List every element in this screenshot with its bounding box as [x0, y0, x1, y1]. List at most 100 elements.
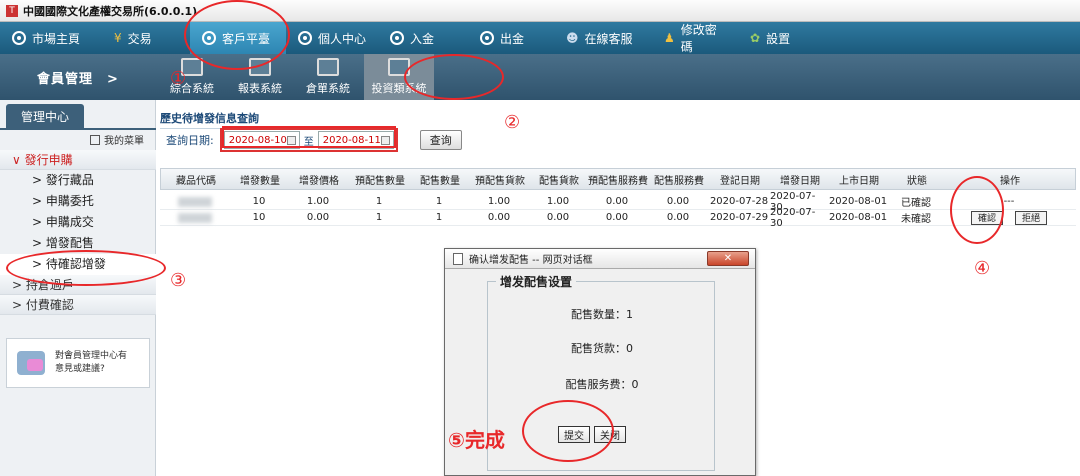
col-header: 登記日期: [720, 175, 760, 187]
col-header: 配售貨款: [539, 175, 579, 187]
menu-icon: [90, 134, 100, 145]
annotation-number: ②: [504, 112, 521, 133]
table-cell: 2020-07-30: [770, 206, 816, 229]
user-icon: ♟: [664, 31, 675, 45]
table-cell: 2020-07-28: [709, 196, 769, 207]
management-center-tab[interactable]: 管理中心: [6, 104, 84, 128]
table-cell: [160, 194, 230, 209]
blurred-code: [178, 196, 212, 207]
nav-withdraw[interactable]: 出金: [468, 22, 554, 54]
stamp-icon: [317, 58, 339, 76]
document-icon: [453, 252, 463, 265]
table-cell: 2020-08-01: [828, 196, 888, 207]
table-header: 藏品代碼 增發數量 增發價格 預配售數量 配售數量 預配售貨款 配售貨款 預配售…: [160, 168, 1076, 190]
table-cell: 10: [252, 196, 266, 207]
table-cell: 1: [435, 212, 443, 223]
nav-deposit[interactable]: 入金: [378, 22, 468, 54]
window-titlebar: T 中國國際文化產權交易所(6.0.0.1): [0, 0, 1080, 22]
sub-header: 會員管理 > 綜合系統 報表系統 倉單系統 投資類系統: [0, 54, 1080, 100]
chat-bubble-icon: [17, 351, 45, 375]
nav-settings[interactable]: ✿ 設置: [738, 22, 808, 54]
chat-icon: ☻: [566, 31, 579, 45]
table-cell: 10: [252, 212, 266, 223]
dialog-close-button[interactable]: ✕: [707, 251, 749, 266]
table-cell: 0.00: [605, 196, 629, 207]
col-header: 上市日期: [839, 175, 879, 187]
table-cell: [160, 210, 230, 225]
group-issue-subscription[interactable]: ∨ 發行申購: [0, 150, 156, 170]
sidebar-divider: [0, 128, 156, 130]
table-cell: 1: [375, 212, 383, 223]
annotation-box: [222, 126, 396, 148]
sidebar-item-subscription-order[interactable]: > 申購委托: [0, 191, 156, 212]
annotation-circle: [950, 176, 1004, 244]
table-cell: 1: [375, 196, 383, 207]
feedback-box[interactable]: 對會員管理中心有意見或建議?: [6, 338, 150, 388]
table-cell: 0.00: [666, 212, 690, 223]
table-cell: 0.00: [546, 212, 570, 223]
sidebar: 管理中心 我的菜單 ∨ 發行申購 > 發行藏品 > 申購委托 > 申購成交 > …: [0, 100, 156, 476]
col-header: 預配售貨款: [475, 175, 525, 187]
table-row: 10 0.00 1 1 0.00 0.00 0.00 0.00 2020-07-…: [160, 206, 1076, 229]
table-cell: 0.00: [487, 212, 511, 223]
group-payment-confirmation[interactable]: > 付費確認: [0, 295, 156, 315]
dialog-title: 确认增发配售 -- 网页对话框: [469, 255, 593, 266]
window-title: 中國國際文化產權交易所(6.0.0.1): [23, 4, 198, 18]
allotment-table: 藏品代碼 增發數量 增發價格 預配售數量 配售數量 預配售貨款 配售貨款 預配售…: [160, 168, 1076, 229]
date-label: 查詢日期:: [166, 134, 214, 147]
blurred-code: [178, 212, 212, 223]
sidebar-item-subscription-deal[interactable]: > 申購成交: [0, 212, 156, 233]
qty-value: 1: [626, 308, 633, 321]
table-cell: 1.00: [306, 196, 330, 207]
sidebar-item-issue-collection[interactable]: > 發行藏品: [0, 170, 156, 191]
nav-trade[interactable]: ¥ 交易: [102, 22, 182, 54]
app-logo-icon: T: [6, 4, 18, 17]
table-cell: 1.00: [546, 196, 570, 207]
dialog-titlebar: 确认增发配售 -- 网页对话框 ✕: [445, 249, 755, 269]
col-header: 預配售服務費: [588, 175, 648, 187]
payment-row: 配售货款：0: [571, 342, 633, 355]
col-header: 狀態: [907, 175, 927, 187]
sidebar-menu: ∨ 發行申購 > 發行藏品 > 申購委托 > 申購成交 > 增發配售 > 待確認…: [0, 150, 156, 315]
payment-value: 0: [626, 342, 633, 355]
query-button[interactable]: 查询: [419, 130, 462, 150]
status-cell: 未確認: [901, 214, 931, 225]
table-cell: 0.00: [605, 212, 629, 223]
table-cell: 1: [435, 196, 443, 207]
table-cell: 1.00: [487, 196, 511, 207]
annotation-circle: [404, 54, 504, 100]
yen-icon: ¥: [114, 31, 122, 45]
col-header: 配售服務費: [654, 175, 704, 187]
nav-change-password[interactable]: ♟ 修改密碼: [652, 22, 738, 54]
globe-icon: [298, 31, 312, 45]
globe-icon: [390, 31, 404, 45]
annotation-number: ①: [170, 68, 187, 89]
reject-button[interactable]: 拒絕: [1015, 210, 1048, 225]
table-cell: 0.00: [666, 196, 690, 207]
annotation-circle: [522, 400, 614, 462]
fee-row: 配售服务费：0: [565, 378, 639, 391]
annotation-done: ⑤完成: [448, 428, 505, 452]
qty-row: 配售数量：1: [571, 308, 633, 321]
nav-market-home[interactable]: 市場主頁: [0, 22, 102, 54]
nav-personal-center[interactable]: 個人中心: [286, 22, 378, 54]
col-header: 增發價格: [299, 175, 339, 187]
tab-warehouse-system[interactable]: 倉單系統: [296, 54, 360, 100]
annotation-circle: [6, 250, 166, 286]
annotation-number: ④: [974, 258, 991, 279]
top-nav: 市場主頁 ¥ 交易 客戶平臺 個人中心 入金 出金 ☻ 在線客服 ♟ 修改密碼 ✿ 設置: [0, 22, 1080, 54]
globe-icon: [12, 31, 26, 45]
col-header: 增發日期: [780, 175, 820, 187]
col-header: 預配售數量: [355, 175, 405, 187]
nav-online-service[interactable]: ☻ 在線客服: [554, 22, 652, 54]
gear-icon: ✿: [750, 31, 761, 45]
globe-icon: [480, 31, 494, 45]
annotation-circle: [184, 0, 290, 70]
my-menu-link[interactable]: 我的菜單: [90, 132, 144, 147]
col-header: 藏品代碼: [176, 175, 216, 187]
col-header: 配售數量: [420, 175, 460, 187]
table-cell: 2020-07-29: [709, 212, 769, 223]
status-cell: 已確認: [901, 198, 931, 209]
annotation-number: ③: [170, 270, 187, 291]
fee-value: 0: [631, 378, 639, 391]
